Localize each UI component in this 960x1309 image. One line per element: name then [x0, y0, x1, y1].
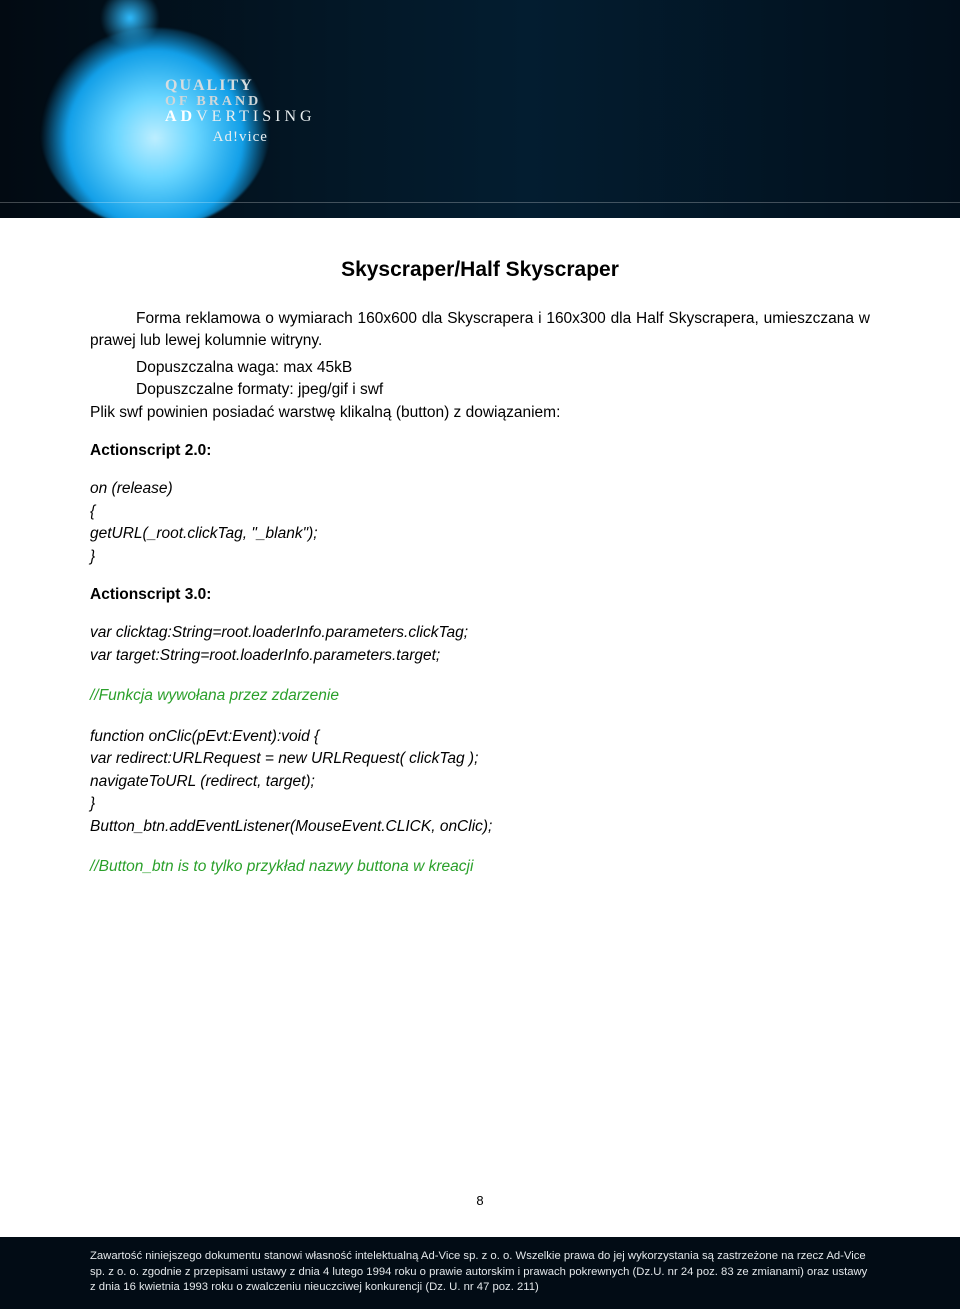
- brand-line4: Ad!vice: [165, 130, 316, 146]
- page-title: Skyscraper/Half Skyscraper: [90, 258, 870, 282]
- page-content: Skyscraper/Half Skyscraper Forma reklamo…: [0, 218, 960, 878]
- brand-line1: QUALITY: [165, 78, 316, 95]
- as3-heading: Actionscript 3.0:: [90, 586, 870, 604]
- spec-weight: Dopuszczalna waga: max 45kB: [90, 357, 870, 379]
- as3-code-func: function onClic(pEvt:Event):void { var r…: [90, 726, 870, 838]
- as3-comment1: //Funkcja wywołana przez zdarzenie: [90, 685, 870, 707]
- as3-code-vars: var clicktag:String=root.loaderInfo.para…: [90, 622, 870, 667]
- brand-line3-bold: AD: [165, 108, 196, 125]
- brand-block: QUALITY OF BRAND ADVERTISING Ad!vice: [165, 78, 316, 146]
- as3-comment2: //Button_btn is to tylko przykład nazwy …: [90, 856, 870, 878]
- as2-heading: Actionscript 2.0:: [90, 442, 870, 460]
- footer-copyright: Zawartość niniejszego dokumentu stanowi …: [0, 1237, 960, 1309]
- brand-line3-rest: VERTISING: [196, 108, 315, 125]
- as3-comment1-text: //Funkcja wywołana przez zdarzenie: [90, 687, 339, 704]
- spec-swf-note: Plik swf powinien posiadać warstwę klika…: [90, 404, 560, 421]
- as2-code: on (release) { getURL(_root.clickTag, "_…: [90, 478, 870, 568]
- intro-paragraph: Forma reklamowa o wymiarach 160x600 dla …: [90, 308, 870, 353]
- brand-line2: OF BRAND: [165, 95, 316, 110]
- as3-comment2-text: //Button_btn is to tylko przykład nazwy …: [90, 858, 473, 875]
- page-number: 8: [0, 1193, 960, 1208]
- brand-line3: ADVERTISING: [165, 109, 316, 126]
- spec-formats: Dopuszczalne formaty: jpeg/gif i swf: [90, 379, 870, 401]
- header-banner: QUALITY OF BRAND ADVERTISING Ad!vice: [0, 0, 960, 218]
- specs-block: Dopuszczalna waga: max 45kB Dopuszczalne…: [90, 357, 870, 424]
